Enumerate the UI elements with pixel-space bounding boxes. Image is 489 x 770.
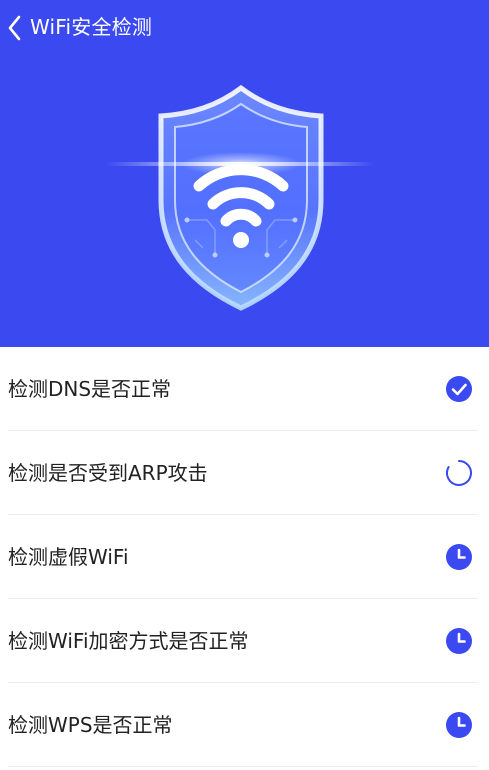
check-list: 检测DNS是否正常 检测是否受到ARP攻击 检测虚假WiFi 检测WiFi加密方… [0,347,489,767]
list-item: 检测虚假WiFi [8,515,477,599]
header-hero: WiFi安全检测 [0,0,489,347]
page-title: WiFi安全检测 [30,15,153,39]
loading-spinner-icon [446,460,472,486]
shield-wifi-icon [105,84,375,311]
clock-icon [446,712,472,738]
clock-icon [446,628,472,654]
back-button[interactable] [0,6,30,50]
clock-icon [446,544,472,570]
list-item: 检测WPS是否正常 [8,683,477,767]
check-label: 检测是否受到ARP攻击 [8,461,208,485]
wifi-shield-illustration [95,80,395,320]
check-circle-icon [446,376,472,402]
list-item: 检测WiFi加密方式是否正常 [8,599,477,683]
check-label: 检测DNS是否正常 [8,377,172,401]
chevron-left-icon [8,15,21,41]
check-label: 检测WPS是否正常 [8,713,173,737]
check-label: 检测虚假WiFi [8,545,129,569]
top-bar: WiFi安全检测 [0,0,489,56]
list-item: 检测是否受到ARP攻击 [8,431,477,515]
list-item: 检测DNS是否正常 [8,347,477,431]
check-label: 检测WiFi加密方式是否正常 [8,629,249,653]
